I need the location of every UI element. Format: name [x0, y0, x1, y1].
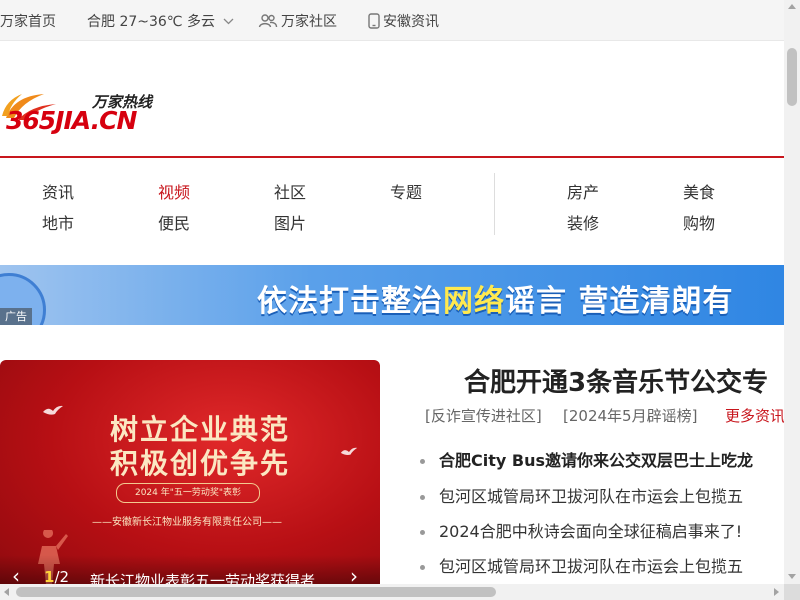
scroll-down-icon[interactable]	[788, 574, 796, 579]
scroll-up-icon[interactable]	[788, 4, 796, 9]
logo-brand: 365JIA.CN	[6, 106, 137, 135]
headline-title[interactable]: 合肥开通3条音乐节公交专	[464, 362, 768, 399]
top-bar: 万家首页 合肥 27~36℃ 多云 万家社区 安徽资讯	[0, 0, 784, 41]
poster-line2: 积极创优争先	[110, 447, 291, 480]
dove-icon	[43, 405, 63, 415]
vertical-scroll-thumb[interactable]	[787, 48, 797, 106]
poster-company: ——安徽新长江物业服务有限责任公司——	[92, 517, 282, 528]
image-slider[interactable]: 树立企业典范 积极创优争先 2024 年"五一劳动奖"表彰 ——安徽新长江物业服…	[0, 360, 380, 585]
header-divider	[0, 156, 784, 158]
list-item-text: 2024合肥中秋诗会面向全球征稿启事来了!	[439, 522, 743, 541]
nav-item-realestate[interactable]: 房产	[567, 179, 599, 203]
nav-item-decoration[interactable]: 装修	[567, 210, 599, 234]
more-news-link[interactable]: 更多资讯	[725, 405, 785, 426]
chevron-down-icon	[223, 18, 234, 24]
scrollbar-corner	[784, 584, 800, 600]
list-item[interactable]: 2024合肥中秋诗会面向全球征稿启事来了!	[420, 518, 800, 542]
bullet-icon	[420, 530, 425, 535]
banner-headline: 依法打击整治网络谣言 营造清朗有	[257, 276, 733, 320]
community-link[interactable]: 万家社区	[258, 11, 337, 31]
slider-prev-icon[interactable]: ‹	[12, 564, 20, 585]
list-item[interactable]: 包河区城管局环卫拔河队在市运会上包揽五	[420, 553, 800, 577]
nav-item-news[interactable]: 资讯	[42, 179, 74, 203]
nav-item-video[interactable]: 视频	[158, 179, 190, 203]
bullet-icon	[420, 459, 425, 464]
nav-item-shopping[interactable]: 购物	[683, 210, 715, 234]
nav-item-photos[interactable]: 图片	[274, 210, 306, 234]
ad-badge: 广告	[0, 308, 32, 325]
banner-text-before: 依法打击整治	[257, 284, 443, 319]
list-item-text: 包河区城管局环卫拔河队在市运会上包揽五	[439, 487, 744, 506]
slider-next-icon[interactable]: ›	[350, 564, 358, 585]
slide-counter: 1/2	[44, 568, 69, 585]
meta-link-rumor-list[interactable]: [2024年5月辟谣榜]	[563, 405, 697, 426]
list-item-text: 合肥City Bus邀请你来公交双层巴士上吃龙	[439, 451, 753, 470]
list-item[interactable]: 合肥City Bus邀请你来公交双层巴士上吃龙	[420, 447, 800, 471]
app-link[interactable]: 安徽资讯	[368, 11, 439, 31]
nav-item-services[interactable]: 便民	[158, 210, 190, 234]
slide-counter-current: 1	[44, 568, 55, 585]
nav-item-food[interactable]: 美食	[683, 179, 715, 203]
poster-award: 2024 年"五一劳动奖"表彰	[116, 483, 260, 503]
bullet-icon	[420, 565, 425, 570]
phone-icon	[368, 13, 380, 29]
vertical-scrollbar[interactable]	[784, 0, 800, 584]
nav-item-community[interactable]: 社区	[274, 179, 306, 203]
horizontal-scroll-thumb[interactable]	[16, 587, 496, 597]
site-logo[interactable]: 万家热线 365JIA.CN	[0, 82, 170, 140]
banner-text-after: 谣言 营造清朗有	[505, 284, 734, 319]
nav-divider	[494, 173, 495, 235]
app-label: 安徽资讯	[383, 14, 439, 30]
nav-item-cities[interactable]: 地市	[42, 210, 74, 234]
dove-icon	[340, 447, 358, 455]
horizontal-scrollbar[interactable]	[0, 584, 784, 600]
list-item-text: 包河区城管局环卫拔河队在市运会上包揽五	[439, 557, 744, 576]
bullet-icon	[420, 495, 425, 500]
meta-link-antifraud[interactable]: [反诈宣传进社区]	[425, 405, 542, 426]
community-label: 万家社区	[281, 14, 337, 30]
nav-item-topics[interactable]: 专题	[390, 179, 422, 203]
scroll-right-icon[interactable]	[774, 588, 779, 596]
weather-text: 合肥 27~36℃ 多云	[87, 14, 215, 30]
slide-caption[interactable]: 新长江物业表彰五一劳动奖获得者	[90, 570, 315, 585]
community-icon	[258, 14, 278, 28]
weather-dropdown[interactable]: 合肥 27~36℃ 多云	[87, 11, 234, 31]
scroll-left-icon[interactable]	[4, 588, 9, 596]
banner-ad[interactable]: 依法打击整治网络谣言 营造清朗有	[0, 265, 784, 325]
banner-text-highlight: 网络	[443, 284, 505, 319]
slide-counter-total: /2	[54, 568, 70, 585]
list-item[interactable]: 包河区城管局环卫拔河队在市运会上包揽五	[420, 483, 800, 507]
home-link[interactable]: 万家首页	[0, 11, 56, 31]
